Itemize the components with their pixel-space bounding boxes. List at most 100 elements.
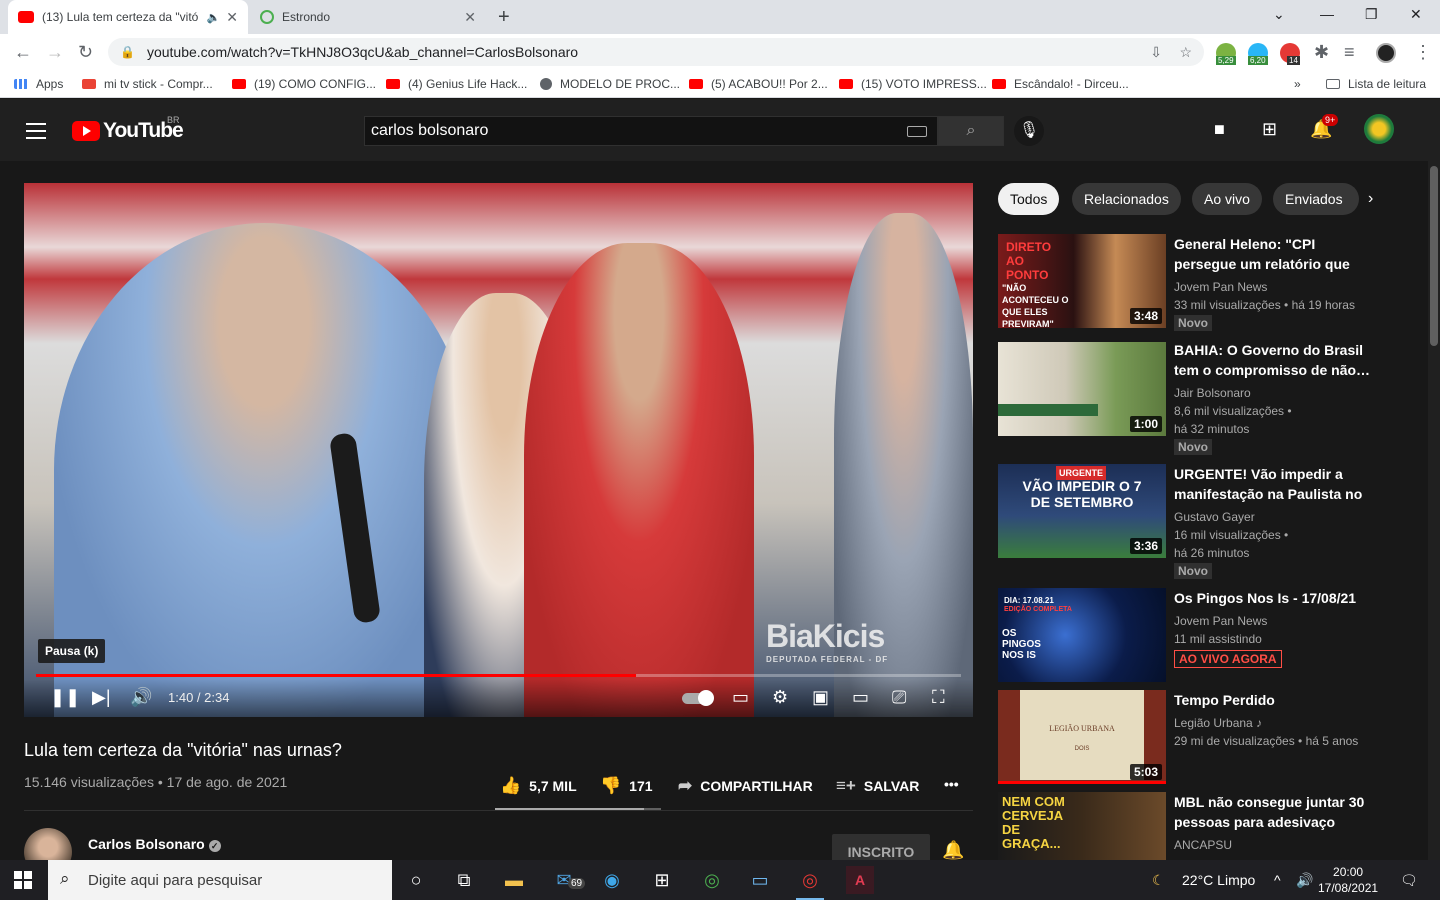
recommendation-channel[interactable]: Legião Urbana ♪ xyxy=(1174,714,1379,732)
save-button[interactable]: ≡+ SALVAR xyxy=(836,776,919,796)
forward-icon[interactable]: → xyxy=(46,42,64,63)
search-button[interactable]: ⌕ xyxy=(938,116,1004,146)
progress-bar[interactable] xyxy=(36,674,961,677)
restore-icon[interactable]: ❐ xyxy=(1365,6,1378,23)
create-video-icon[interactable]: ■ xyxy=(1214,119,1225,140)
remote-desktop-icon[interactable]: ▭ xyxy=(746,866,774,894)
recommendation-title[interactable]: URGENTE! Vão impedir a manifestação na P… xyxy=(1174,464,1379,504)
notification-center-icon[interactable]: 🗨 xyxy=(1400,872,1418,889)
voice-search-mic-icon[interactable]: 🎙 xyxy=(1014,116,1044,146)
bookmark-item[interactable]: (15) VOTO IMPRESS... xyxy=(839,77,987,91)
volume-icon[interactable]: 🔊 xyxy=(130,687,152,708)
profile-avatar[interactable] xyxy=(1376,43,1396,63)
pause-icon[interactable]: ❚❚ xyxy=(50,687,80,708)
chevron-right-icon[interactable]: › xyxy=(1368,190,1373,208)
new-tab-icon[interactable]: + xyxy=(498,6,510,29)
chip-todos[interactable]: Todos xyxy=(998,183,1060,215)
recommendation-title[interactable]: MBL não consegue juntar 30 pessoas para … xyxy=(1174,792,1379,832)
recommendation-item[interactable]: DIRETO AO PONTO "NÃO ACONTECEU O QUE ELE… xyxy=(998,234,1383,334)
bookmark-item[interactable]: (19) COMO CONFIG... xyxy=(232,77,376,91)
video-player[interactable]: BiaKicis DEPUTADA FEDERAL - DF Pausa (k) … xyxy=(24,183,973,717)
recommendation-item[interactable]: 1:00 BAHIA: O Governo do Brasil tem o co… xyxy=(998,340,1383,458)
account-avatar[interactable] xyxy=(1364,114,1394,144)
edge-icon[interactable]: ◉ xyxy=(598,866,626,894)
keyboard-icon[interactable] xyxy=(907,126,927,137)
windows-start-icon[interactable] xyxy=(14,871,32,889)
volume-tray-icon[interactable]: 🔊 xyxy=(1296,872,1313,889)
dislike-button[interactable]: 👎 171 xyxy=(600,776,653,796)
miniplayer-icon[interactable]: ▣ xyxy=(812,687,829,708)
anydesk-icon[interactable]: A xyxy=(846,866,874,894)
bookmark-item[interactable]: MODELO DE PROC... xyxy=(540,77,680,91)
theater-mode-icon[interactable]: ▭ xyxy=(852,687,869,708)
search-input[interactable]: carlos bolsonaro xyxy=(364,116,938,146)
like-button[interactable]: 👍 5,7 MIL xyxy=(500,776,577,796)
chrome-active-icon[interactable]: ◎ xyxy=(796,866,824,900)
bookmark-item[interactable]: mi tv stick - Compr... xyxy=(82,77,213,91)
scrollbar-thumb[interactable] xyxy=(1430,166,1438,346)
extensions-puzzle-icon[interactable]: ✱ xyxy=(1314,42,1329,63)
chip-enviados[interactable]: Enviados xyxy=(1273,183,1359,215)
video-thumbnail[interactable]: URGENTE VÃO IMPEDIR O 7 DE SETEMBRO 3:36 xyxy=(998,464,1166,558)
settings-gear-icon[interactable]: ⚙ xyxy=(772,687,788,708)
recommendation-channel[interactable]: Gustavo Gayer xyxy=(1174,508,1379,526)
share-button[interactable]: ➦ COMPARTILHAR xyxy=(678,776,813,796)
subtitles-icon[interactable]: ▭ xyxy=(732,687,749,708)
recommendation-title[interactable]: General Heleno: "CPI persegue um relatór… xyxy=(1174,234,1379,274)
media-control-icon[interactable]: ≡ xyxy=(1344,42,1355,63)
recommendation-item[interactable]: DIA: 17.08.21 EDIÇÃO COMPLETA OS PINGOS … xyxy=(998,588,1383,684)
cortana-icon[interactable]: ○ xyxy=(402,866,430,894)
hamburger-menu-icon[interactable] xyxy=(26,123,46,144)
back-icon[interactable]: ← xyxy=(14,42,32,63)
more-actions-icon[interactable]: ••• xyxy=(944,776,959,792)
task-view-icon[interactable]: ⧉ xyxy=(450,866,478,894)
store-icon[interactable]: ⊞ xyxy=(648,866,676,894)
next-icon[interactable]: ▶| xyxy=(92,687,111,708)
weather-text[interactable]: 22°C Limpo xyxy=(1182,872,1255,888)
channel-name[interactable]: Carlos Bolsonaro ✓ xyxy=(88,836,221,852)
autoplay-toggle[interactable] xyxy=(682,690,714,706)
lock-icon[interactable]: 🔒 xyxy=(120,45,135,59)
recommendation-channel[interactable]: Jovem Pan News xyxy=(1174,278,1379,296)
recommendation-item[interactable]: LEGIÃO URBANA DOIS 5:03 Tempo Perdido Le… xyxy=(998,690,1383,786)
weather-moon-icon[interactable]: ☾ xyxy=(1152,872,1165,889)
video-thumbnail[interactable]: DIA: 17.08.21 EDIÇÃO COMPLETA OS PINGOS … xyxy=(998,588,1166,682)
recommendation-item[interactable]: NEM COM CERVEJA DE GRAÇA... MBL não cons… xyxy=(998,792,1383,860)
video-thumbnail[interactable]: LEGIÃO URBANA DOIS 5:03 xyxy=(998,690,1166,784)
cast-icon[interactable]: ⎚ xyxy=(892,687,906,708)
apps-grid-icon[interactable]: ⊞ xyxy=(1262,119,1277,140)
system-clock[interactable]: 20:00 17/08/2021 xyxy=(1318,864,1378,896)
bookmark-item[interactable]: Escândalo! - Dirceu... xyxy=(992,77,1129,91)
video-thumbnail[interactable]: NEM COM CERVEJA DE GRAÇA... xyxy=(998,792,1166,860)
chrome-icon[interactable]: ◎ xyxy=(698,866,726,894)
taskbar-search-input[interactable]: ⌕ Digite aqui para pesquisar xyxy=(48,860,392,900)
recommendation-channel[interactable]: Jovem Pan News xyxy=(1174,612,1379,630)
recommendation-title[interactable]: BAHIA: O Governo do Brasil tem o comprom… xyxy=(1174,340,1379,380)
youtube-logo[interactable]: YouTube BR xyxy=(72,115,184,143)
bookmark-apps[interactable]: Apps xyxy=(14,77,63,91)
minimize-icon[interactable]: — xyxy=(1320,6,1334,22)
address-bar[interactable]: 🔒 youtube.com/watch?v=TkHNJ8O3qcU&ab_cha… xyxy=(108,38,1204,66)
fullscreen-icon[interactable]: ⛶ xyxy=(932,687,945,708)
file-explorer-icon[interactable]: ▬ xyxy=(500,866,528,894)
tab-search-icon[interactable]: ⌄ xyxy=(1273,6,1285,23)
recommendation-channel[interactable]: ANCAPSU xyxy=(1174,836,1379,854)
recommendation-channel[interactable]: Jair Bolsonaro xyxy=(1174,384,1379,402)
tray-chevron-icon[interactable]: ^ xyxy=(1274,872,1281,888)
reload-icon[interactable]: ↻ xyxy=(78,42,93,63)
bookmark-star-icon[interactable]: ☆ xyxy=(1179,44,1192,61)
bookmark-item[interactable]: (5) ACABOU!! Por 2... xyxy=(689,77,828,91)
menu-kebab-icon[interactable]: ⋮ xyxy=(1414,42,1432,63)
speaker-icon[interactable]: 🔈 xyxy=(207,11,221,24)
close-window-icon[interactable]: ✕ xyxy=(1410,6,1422,23)
tab-youtube-video[interactable]: (13) Lula tem certeza da "vitó 🔈 ✕ xyxy=(8,0,248,34)
close-tab-icon[interactable]: ✕ xyxy=(226,9,238,26)
recommendation-item[interactable]: URGENTE VÃO IMPEDIR O 7 DE SETEMBRO 3:36… xyxy=(998,464,1383,582)
tab-estrondo[interactable]: Estrondo ✕ xyxy=(250,0,486,34)
notification-bell-icon[interactable]: 🔔 xyxy=(942,840,964,861)
reading-list[interactable]: Lista de leitura xyxy=(1326,77,1426,91)
recommendation-title[interactable]: Os Pingos Nos Is - 17/08/21 xyxy=(1174,588,1379,608)
recommendation-title[interactable]: Tempo Perdido xyxy=(1174,690,1379,710)
video-thumbnail[interactable]: DIRETO AO PONTO "NÃO ACONTECEU O QUE ELE… xyxy=(998,234,1166,328)
more-bookmarks-icon[interactable]: » xyxy=(1294,77,1301,91)
